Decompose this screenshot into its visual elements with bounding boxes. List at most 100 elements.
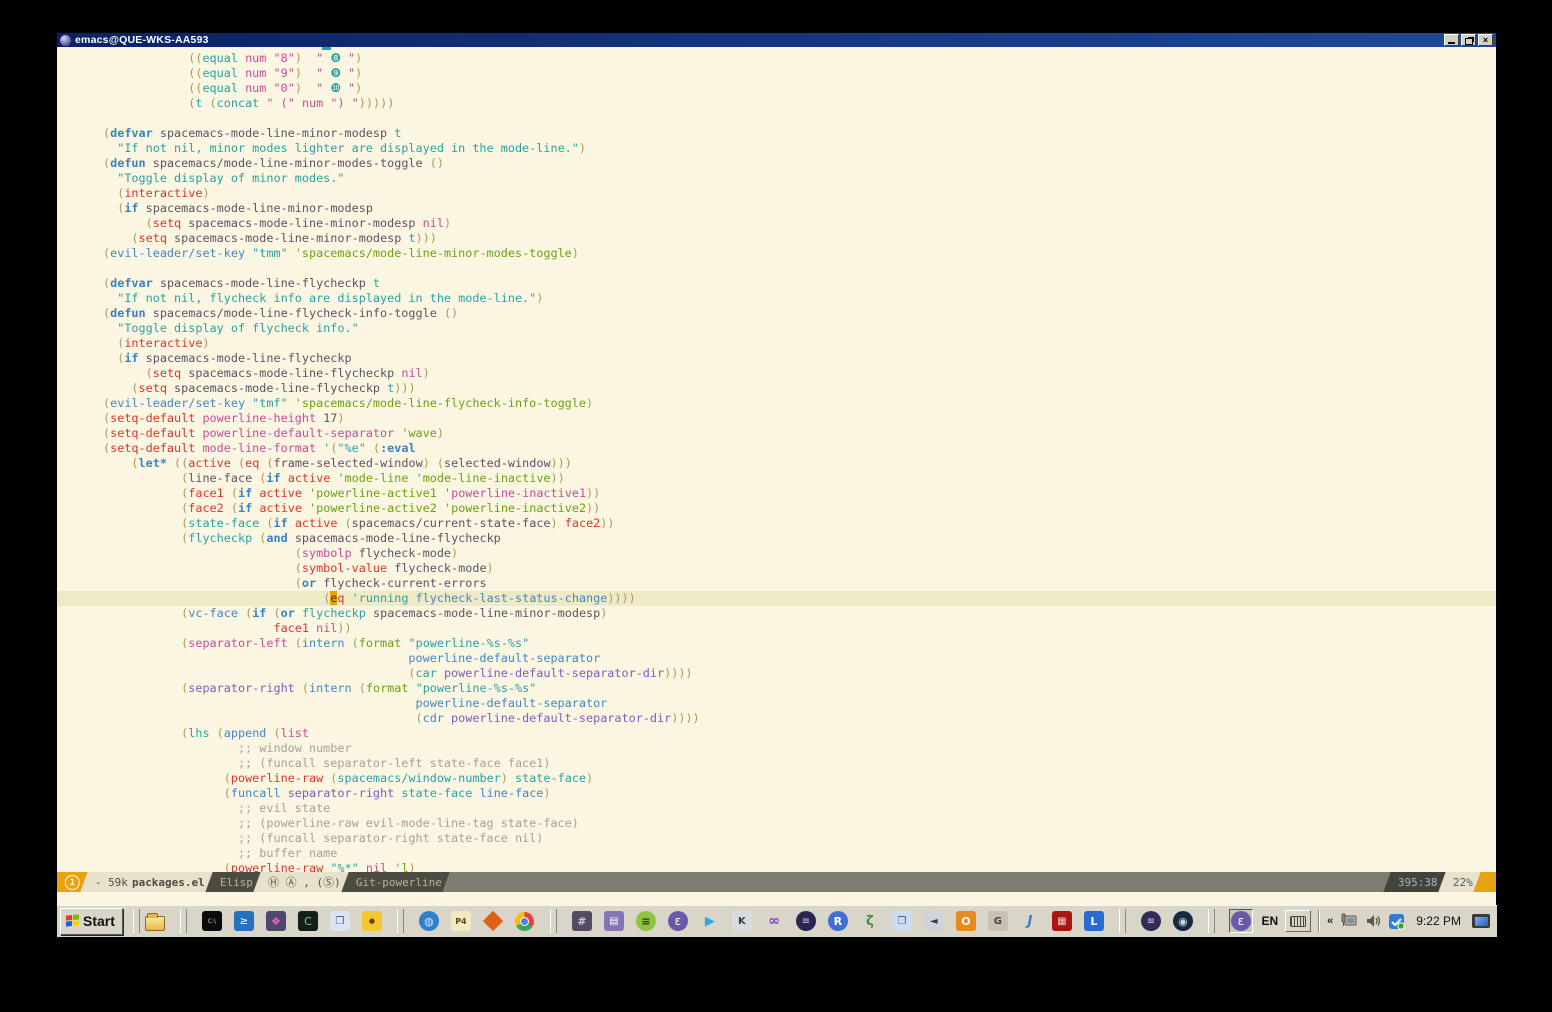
steam-icon[interactable]: ◉: [1172, 910, 1194, 932]
code-line: ;; (funcall separator-right state-face n…: [57, 831, 1496, 846]
red-pixel-app-icon[interactable]: ▦: [1051, 910, 1073, 932]
language-indicator[interactable]: EN: [1262, 914, 1279, 928]
code-line: (let* ((active (eq (frame-selected-windo…: [57, 456, 1496, 471]
code-line: ;; evil state: [57, 801, 1496, 816]
titlebar: emacs@QUE-WKS-AA593 ×: [57, 33, 1496, 47]
remote-desktop-icon[interactable]: ❐: [891, 910, 913, 932]
desktop: emacs@QUE-WKS-AA593 × ((equal num "8") "…: [0, 0, 1552, 1012]
code-line: (interactive): [57, 186, 1496, 201]
eclipse2-icon[interactable]: ≡: [1140, 910, 1162, 932]
system-tray: EN « 9:22 PM: [1262, 910, 1495, 932]
code-line: (evil-leader/set-key "tmf" 'spacemacs/mo…: [57, 396, 1496, 411]
code-line: (face2 (if active 'powerline-active2 'po…: [57, 501, 1496, 516]
taskbar-grip[interactable]: [180, 909, 187, 933]
code-line: ((equal num "0") " ❿ "): [57, 81, 1496, 96]
code-line: (evil-leader/set-key "tmm" 'spacemacs/mo…: [57, 246, 1496, 261]
keyboard-icon: [1290, 916, 1306, 927]
r-app-icon[interactable]: R: [827, 910, 849, 932]
snake-app-icon[interactable]: ζ: [859, 910, 881, 932]
keyboard-layout-button[interactable]: [1285, 910, 1311, 932]
tray-divider: [1318, 910, 1320, 932]
code-line: "If not nil, minor modes lighter are dis…: [57, 141, 1496, 156]
network-icon[interactable]: [1340, 913, 1358, 929]
code-line: ((equal num "9") " ❾ "): [57, 66, 1496, 81]
code-line: "Toggle display of flycheck info.": [57, 321, 1496, 336]
clipped-line-fragment: [322, 47, 331, 50]
code-line: (funcall separator-right state-face line…: [57, 786, 1496, 801]
code-line: [57, 261, 1496, 276]
spotify-icon[interactable]: ≡: [635, 910, 657, 932]
globe-icon[interactable]: ◍: [418, 910, 440, 932]
window-title: emacs@QUE-WKS-AA593: [75, 34, 1444, 46]
taskbar-grip[interactable]: [133, 909, 140, 933]
screen: emacs@QUE-WKS-AA593 × ((equal num "8") "…: [57, 33, 1497, 937]
purple-window-icon[interactable]: ▤: [603, 910, 625, 932]
code-line: (setq spacemacs-mode-line-minor-modesp n…: [57, 216, 1496, 231]
taskbar-grip[interactable]: [397, 909, 404, 933]
powershell-icon[interactable]: ≥: [233, 910, 255, 932]
minor-modes: Ⓗ Ⓐ , (Ⓢ): [253, 872, 355, 892]
j-app-icon[interactable]: J: [1019, 910, 1041, 932]
eclipse-icon[interactable]: ≡: [795, 910, 817, 932]
restore-button[interactable]: [1461, 34, 1476, 46]
l-app-icon[interactable]: L: [1083, 910, 1105, 932]
clock[interactable]: 9:22 PM: [1412, 914, 1465, 928]
code-line: (lhs (append (list: [57, 726, 1496, 741]
start-button-label: Start: [83, 913, 115, 929]
slack-icon[interactable]: #: [571, 910, 593, 932]
code-line: (if spacemacs-mode-line-flycheckp: [57, 351, 1496, 366]
eye-app-icon[interactable]: ◄: [923, 910, 945, 932]
taskbar-grip[interactable]: [1119, 909, 1126, 933]
modeline: 1- 59k packages.elElispⒽ Ⓐ , (Ⓢ)Git-powe…: [57, 872, 1496, 892]
code-line: (line-face (if active 'mode-line 'mode-l…: [57, 471, 1496, 486]
google-play-icon[interactable]: ▶: [699, 910, 721, 932]
outlook-icon[interactable]: O: [955, 910, 977, 932]
perforce-p4-icon[interactable]: P4: [450, 910, 472, 932]
code-line: ;; (powerline-raw evil-mode-line-tag sta…: [57, 816, 1496, 831]
close-button[interactable]: ×: [1478, 34, 1493, 46]
windows-flag-icon: [66, 914, 79, 927]
volume-icon[interactable]: [1365, 913, 1381, 929]
buffer[interactable]: ((equal num "8") " ❽ ") ((equal num "9")…: [57, 47, 1496, 872]
conemu-icon[interactable]: C: [297, 910, 319, 932]
code-line: (eq 'running flycheck-last-status-change…: [57, 591, 1496, 606]
emacs-app-icon[interactable]: [60, 35, 71, 46]
code-line: (setq-default powerline-default-separato…: [57, 426, 1496, 441]
code-line: (setq-default mode-line-format '("%e" (:…: [57, 441, 1496, 456]
emacs-icon[interactable]: ε: [667, 910, 689, 932]
emacs-active-icon[interactable]: ε: [1229, 909, 1253, 933]
remote-window-icon[interactable]: ❐: [329, 910, 351, 932]
diamond-app-icon[interactable]: [482, 910, 504, 932]
dropbox-icon[interactable]: [1388, 913, 1405, 930]
infinity-icon[interactable]: ∞: [763, 910, 785, 932]
media-app-icon[interactable]: ❖: [265, 910, 287, 932]
code-line: (separator-right (intern (format "powerl…: [57, 681, 1496, 696]
window-number-icon: 1: [65, 875, 80, 890]
command-prompt-icon[interactable]: C:\: [201, 910, 223, 932]
code-line: (car powerline-default-separator-dir)))): [57, 666, 1496, 681]
code-line: ((equal num "8") " ❽ "): [57, 51, 1496, 66]
taskbar-grip[interactable]: [550, 909, 557, 933]
code-line: (setq spacemacs-mode-line-flycheckp t))): [57, 381, 1496, 396]
taskbar-grip[interactable]: [1208, 909, 1215, 933]
code-line: (cdr powerline-default-separator-dir)))): [57, 711, 1496, 726]
minimize-button[interactable]: [1444, 34, 1459, 46]
code-line: (flycheckp (and spacemacs-mode-line-flyc…: [57, 531, 1496, 546]
code-line: (powerline-raw (spacemacs/window-number)…: [57, 771, 1496, 786]
gimp-icon[interactable]: G: [987, 910, 1009, 932]
code-line: (interactive): [57, 336, 1496, 351]
code-line: (setq spacemacs-mode-line-minor-modesp t…: [57, 231, 1496, 246]
code-line: (powerline-raw "%*" nil 'l): [57, 861, 1496, 872]
code-line: [57, 111, 1496, 126]
emacs-window: emacs@QUE-WKS-AA593 × ((equal num "8") "…: [57, 33, 1496, 903]
code-line: (defun spacemacs/mode-line-flycheck-info…: [57, 306, 1496, 321]
explorer-folder-icon[interactable]: [144, 910, 166, 932]
pixel-app-icon[interactable]: K: [731, 910, 753, 932]
show-hidden-icons-chevron[interactable]: «: [1327, 916, 1333, 927]
quick-launch-icons: C:\ ≥ ❖ C ❐ ● ◍ P4 # ▤ ≡ ε ▶ K ∞ ≡ Rζ ❐ ◄ OGJ ▦ L ≡ ◉ ε: [144, 909, 1253, 933]
cyberduck-icon[interactable]: ●: [361, 910, 383, 932]
taskbar: Start C:\ ≥ ❖ C ❐ ● ◍ P4 # ▤ ≡ ε ▶ K ∞ ≡ Rζ ❐ ◄ OGJ ▦ L ≡ ◉ ε EN…: [57, 905, 1497, 937]
start-button[interactable]: Start: [60, 908, 123, 935]
show-desktop-icon[interactable]: [1472, 914, 1490, 928]
chrome-icon[interactable]: [514, 910, 536, 932]
